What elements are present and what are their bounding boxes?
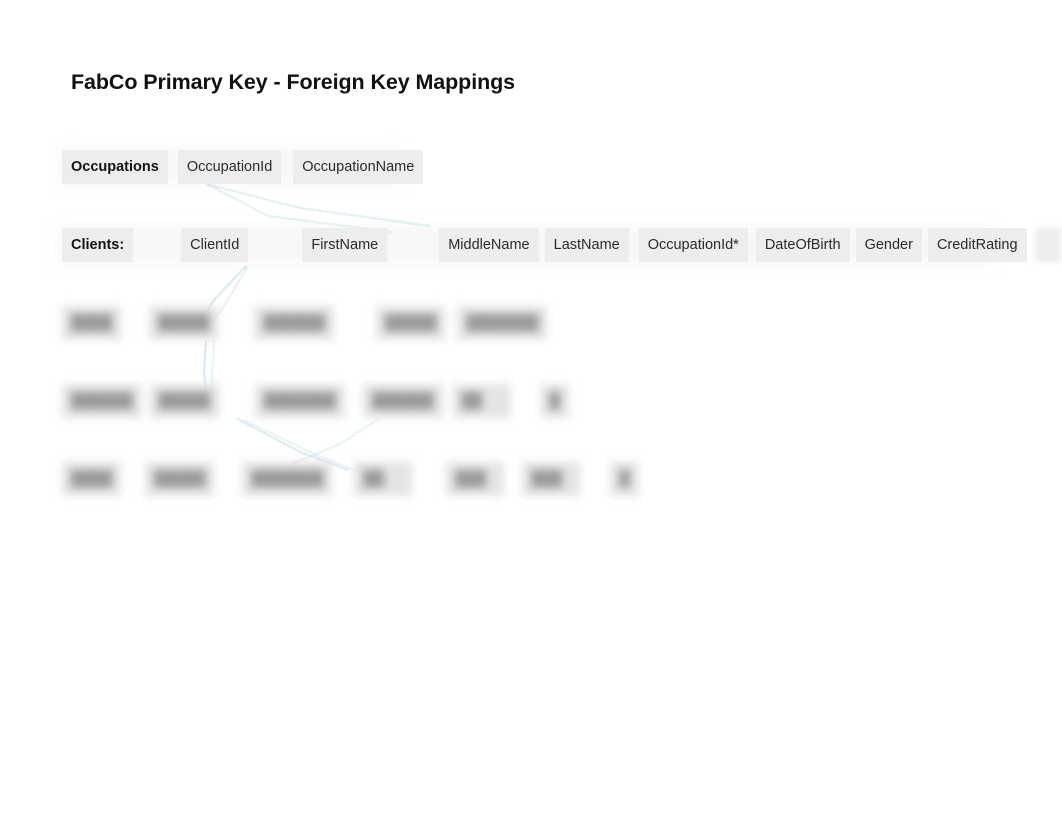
occupations-column-occupationid[interactable]: OccupationId	[177, 150, 282, 184]
clients-column-gender[interactable]: Gender	[855, 228, 922, 262]
occupations-row: Occupations OccupationId OccupationName	[62, 150, 424, 184]
clients-column-middlename[interactable]: MiddleName	[439, 228, 539, 262]
cell: ███████	[242, 462, 333, 496]
cell: ██	[354, 462, 413, 496]
clients-row: Clients: ClientId FirstName MiddleName L…	[62, 228, 1062, 262]
occupations-table-label: Occupations	[62, 150, 168, 184]
clients-column-firstname[interactable]: FirstName	[302, 228, 388, 262]
cell: █████	[149, 384, 220, 418]
cell: █████	[376, 306, 446, 340]
clients-column-dateofbirth[interactable]: DateOfBirth	[755, 228, 850, 262]
page-title: FabCo Primary Key - Foreign Key Mappings	[71, 70, 516, 94]
table-row: ████ █████ ███████ ██ ███ ███ █	[62, 462, 639, 496]
cell: ██████	[254, 306, 335, 340]
cell: ██████	[62, 384, 142, 418]
clients-column-redacted-1	[1034, 228, 1061, 262]
clients-column-clientid[interactable]: ClientId	[181, 228, 249, 262]
occupations-column-occupationname[interactable]: OccupationName	[293, 150, 424, 184]
cell: ████	[62, 462, 122, 496]
clients-column-lastname[interactable]: LastName	[544, 228, 629, 262]
clients-column-creditrating[interactable]: CreditRating	[927, 228, 1027, 262]
table-row: ████ █████ ██████ █████ ███████	[62, 306, 548, 340]
cell: ███	[446, 462, 505, 496]
cell: ███	[522, 462, 581, 496]
cell: ███████	[457, 306, 548, 340]
cell: █	[540, 384, 569, 418]
cell: █████	[149, 306, 219, 340]
diagram-canvas: FabCo Primary Key - Foreign Key Mappings…	[0, 0, 1062, 822]
table-row: ██████ █████ ███████ ██████ ██ █	[62, 384, 569, 418]
clients-table-label: Clients:	[62, 228, 134, 262]
cell: ██	[452, 384, 511, 418]
cell: ████	[62, 306, 122, 340]
cell: ██████	[362, 384, 443, 418]
cell: ███████	[255, 384, 345, 418]
cell: █████	[145, 462, 215, 496]
cell: █	[610, 462, 639, 496]
clients-column-occupationid-fk[interactable]: OccupationId*	[638, 228, 748, 262]
